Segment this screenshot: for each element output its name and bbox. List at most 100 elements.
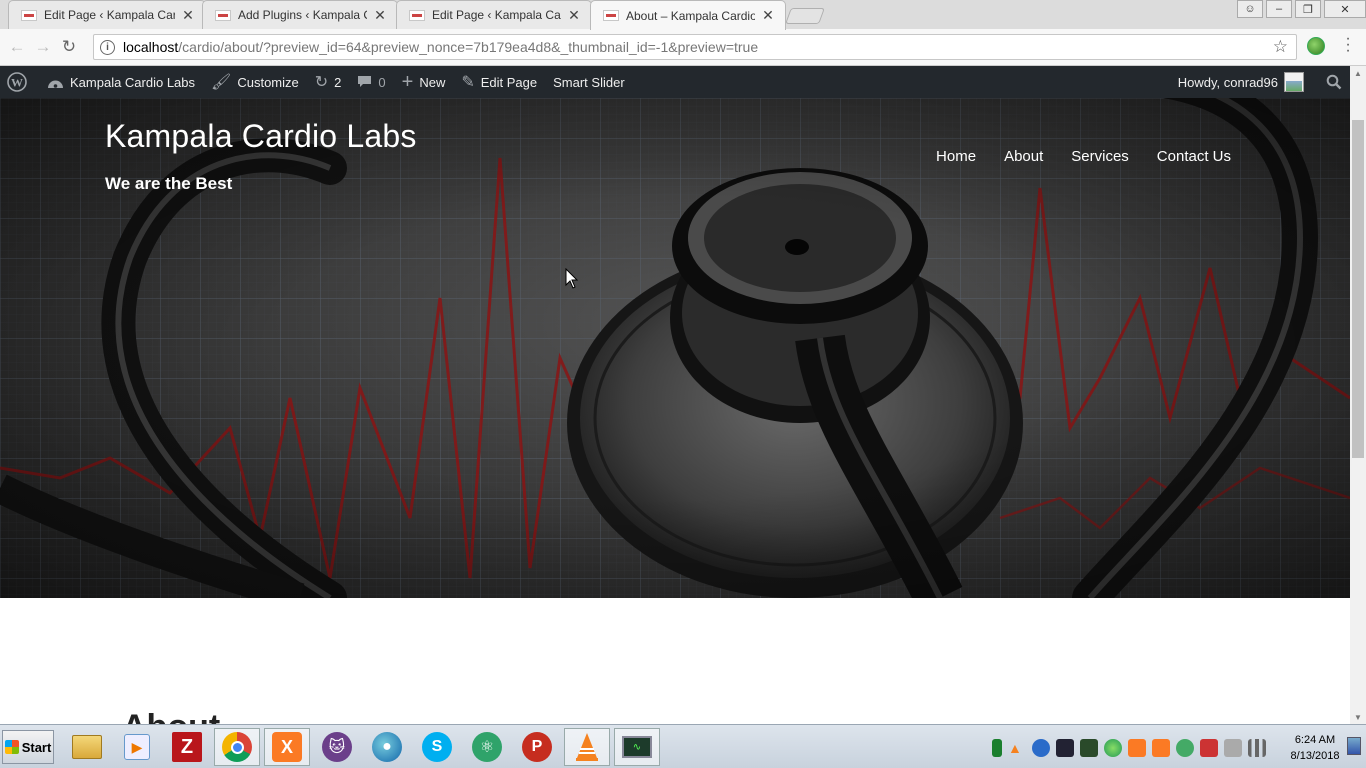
page-scrollbar[interactable]: ▲ ▼ (1350, 66, 1366, 724)
adminbar-site-name[interactable]: Kampala Cardio Labs (39, 66, 203, 98)
plus-icon: + (401, 70, 414, 93)
nav-item-about[interactable]: About (1004, 148, 1043, 165)
page-content: About (0, 598, 1350, 724)
adminbar-edit-page[interactable]: ✎ Edit Page (453, 66, 545, 98)
stethoscope-background-image (0, 98, 1350, 598)
signal-bars-icon[interactable] (1248, 739, 1266, 757)
back-button[interactable]: ← (4, 34, 30, 60)
tray-shield-icon[interactable] (1176, 739, 1194, 757)
comments-count: 0 (378, 74, 386, 90)
tray-wifi-icon[interactable] (1032, 739, 1050, 757)
tray-vlc-icon[interactable]: ▲ (1008, 739, 1026, 757)
extension-icon[interactable] (1307, 37, 1325, 55)
tray-globe-icon[interactable] (1104, 739, 1122, 757)
wp-admin-bar: W Kampala Cardio Labs 🖌 Customize ↻ 2 0 … (0, 66, 1350, 98)
browser-tab-1[interactable]: Edit Page ‹ Kampala Cardio ✕ (8, 0, 206, 29)
customize-label: Customize (237, 74, 299, 90)
mouse-cursor-icon (565, 268, 579, 289)
browser-tab-3[interactable]: Edit Page ‹ Kampala Cardio ✕ (396, 0, 592, 29)
scroll-up-icon[interactable]: ▲ (1350, 66, 1366, 80)
start-label: Start (21, 739, 52, 755)
minimize-button[interactable]: – (1266, 0, 1292, 18)
primary-nav: Home About Services Contact Us (908, 148, 1231, 165)
pencil-icon: ✎ (461, 74, 475, 91)
tray-usb-icon[interactable] (1224, 739, 1242, 757)
site-favicon-icon (603, 10, 619, 21)
adminbar-new[interactable]: + New (394, 66, 454, 98)
scrollbar-thumb[interactable] (1352, 120, 1364, 458)
page-heading: About (122, 708, 220, 724)
globe-network-icon[interactable]: ● (364, 728, 410, 766)
adminbar-search-icon[interactable] (1312, 66, 1350, 98)
browser-tab-strip: Edit Page ‹ Kampala Cardio ✕ Add Plugins… (0, 0, 1366, 30)
show-desktop-button[interactable] (1347, 737, 1361, 755)
tray-green-icon[interactable] (992, 739, 1002, 757)
browser-tab-2[interactable]: Add Plugins ‹ Kampala Card ✕ (202, 0, 398, 29)
updates-count: 2 (334, 74, 342, 90)
new-tab-button[interactable] (785, 8, 825, 24)
xampp-icon[interactable]: X (264, 728, 310, 766)
vlc-icon[interactable] (564, 728, 610, 766)
clock-time: 6:24 AM (1294, 734, 1336, 746)
network-monitor-icon[interactable]: ∿ (614, 728, 660, 766)
avatar (1284, 72, 1304, 92)
file-explorer-icon[interactable] (64, 728, 110, 766)
filezilla-icon[interactable]: Z (164, 728, 210, 766)
howdy-label: Howdy, conrad96 (1177, 74, 1278, 90)
skype-icon[interactable]: S (414, 728, 460, 766)
tray-alert-icon[interactable] (1200, 739, 1218, 757)
tray-xampp-2-icon[interactable] (1152, 739, 1170, 757)
atom-editor-icon[interactable]: ⚛ (464, 728, 510, 766)
close-tab-icon[interactable]: ✕ (181, 7, 195, 24)
close-tab-icon[interactable]: ✕ (567, 7, 581, 24)
tab-title: Edit Page ‹ Kampala Cardio (44, 8, 175, 22)
scroll-down-icon[interactable]: ▼ (1350, 710, 1366, 724)
tray-xampp-icon[interactable] (1128, 739, 1146, 757)
new-label: New (419, 74, 446, 90)
system-tray: ▲ (992, 733, 1272, 763)
url-text: localhost/cardio/about/?preview_id=64&pr… (123, 39, 758, 55)
adminbar-comments[interactable]: 0 (349, 66, 393, 98)
chrome-icon[interactable] (214, 728, 260, 766)
site-favicon-icon (409, 9, 425, 21)
nav-item-home[interactable]: Home (936, 148, 976, 165)
address-bar[interactable]: i localhost/cardio/about/?preview_id=64&… (93, 34, 1297, 60)
adminbar-smart-slider[interactable]: Smart Slider (545, 66, 633, 98)
system-clock[interactable]: 6:24 AM 8/13/2018 (1286, 732, 1344, 764)
edit-page-label: Edit Page (480, 74, 538, 90)
clock-date: 8/13/2018 (1290, 750, 1340, 762)
site-info-icon[interactable]: i (100, 39, 115, 55)
paintbrush-icon: 🖌 (211, 74, 232, 91)
adminbar-customize[interactable]: 🖌 Customize (203, 66, 307, 98)
tray-monitor-icon[interactable] (1056, 739, 1074, 757)
close-window-button[interactable]: ✕ (1324, 0, 1366, 18)
url-host: localhost (123, 39, 179, 55)
site-header-hero: Kampala Cardio Labs We are the Best Home… (0, 98, 1350, 598)
close-tab-icon[interactable]: ✕ (373, 7, 387, 24)
smart-slider-label: Smart Slider (553, 74, 625, 90)
producthunt-icon[interactable]: P (514, 728, 560, 766)
cat-app-icon[interactable]: 🐱 (314, 728, 360, 766)
windows-logo-icon (4, 740, 19, 754)
start-button[interactable]: Start (2, 730, 54, 764)
forward-button[interactable]: → (30, 34, 56, 60)
reload-button[interactable]: ↻ (56, 34, 82, 60)
nav-item-contact-us[interactable]: Contact Us (1157, 148, 1231, 165)
wordpress-logo-icon[interactable]: W (0, 66, 39, 98)
comment-bubble-icon (357, 75, 372, 89)
browser-menu-icon[interactable]: · · · (1342, 31, 1354, 59)
nav-item-services[interactable]: Services (1071, 148, 1129, 165)
bookmark-star-icon[interactable]: ☆ (1273, 37, 1288, 57)
close-tab-icon[interactable]: ✕ (761, 7, 775, 24)
restore-button[interactable]: ❐ (1295, 0, 1321, 18)
window-controls: ☺ – ❐ ✕ (1234, 0, 1366, 18)
site-title[interactable]: Kampala Cardio Labs (105, 118, 417, 155)
adminbar-my-account[interactable]: Howdy, conrad96 (1170, 66, 1312, 98)
media-player-icon[interactable]: ▶ (114, 728, 160, 766)
user-profile-icon[interactable]: ☺ (1237, 0, 1263, 18)
tray-network-icon[interactable] (1080, 739, 1098, 757)
browser-tab-4-active[interactable]: About – Kampala Cardio La ✕ (590, 0, 786, 30)
adminbar-updates[interactable]: ↻ 2 (307, 66, 350, 98)
browser-toolbar: ← → ↻ i localhost/cardio/about/?preview_… (0, 29, 1366, 66)
svg-text:W: W (11, 76, 23, 90)
